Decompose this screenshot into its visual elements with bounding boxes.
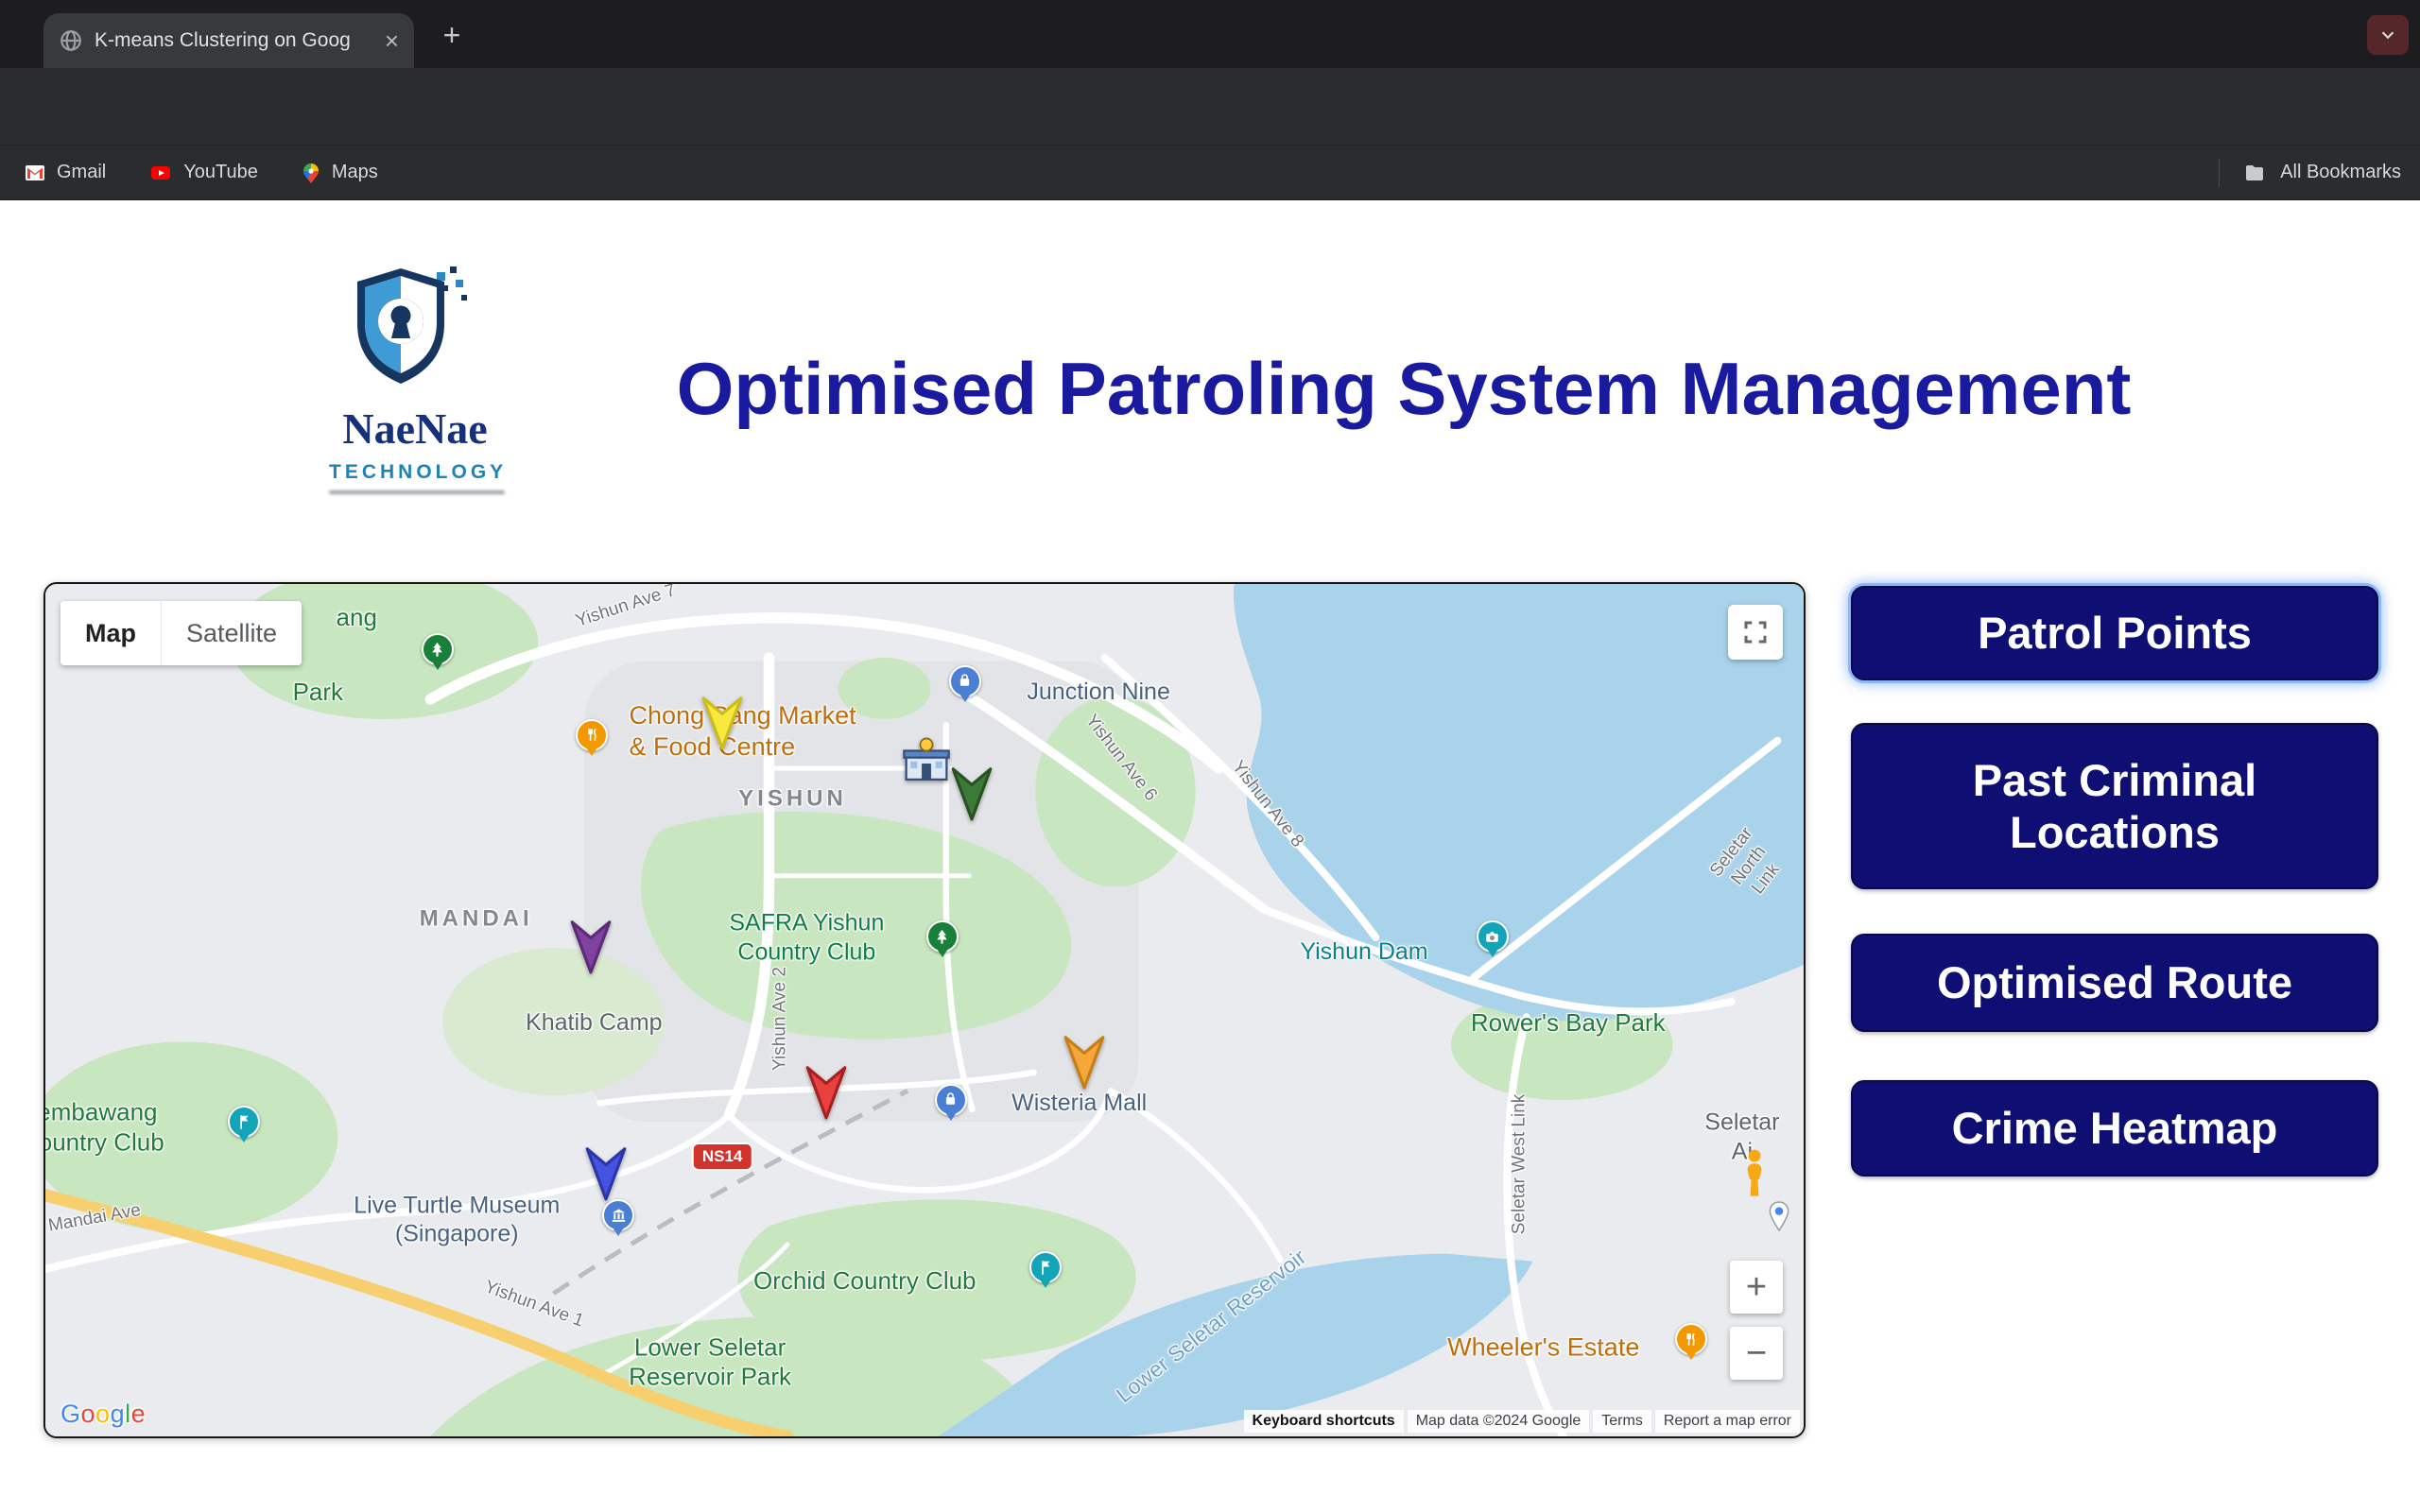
bookmark-label: YouTube — [183, 162, 258, 183]
map[interactable]: angParkYishun Ave 7Chong Pang Market & F… — [43, 582, 1806, 1438]
shield-logo-icon — [344, 263, 486, 395]
pin-shopping-junction-nine[interactable] — [949, 665, 981, 697]
all-bookmarks-label: All Bookmarks — [2280, 162, 2401, 183]
patrol-marker-blue[interactable] — [582, 1143, 630, 1204]
report-map-error-link[interactable]: Report a map error — [1655, 1410, 1800, 1433]
bookmarks-divider — [2219, 159, 2220, 187]
page-content: NaeNae TECHNOLOGY Optimised Patroling Sy… — [0, 200, 2420, 1512]
globe-favicon-icon — [59, 28, 83, 53]
browser-tab[interactable]: K-means Clustering on Goog × — [43, 13, 414, 68]
logo-underline — [329, 490, 505, 494]
pegman-icon[interactable] — [1736, 1148, 1773, 1203]
brand-name: NaeNae — [329, 404, 501, 454]
map-attribution: Keyboard shortcutsMap data ©2024 GoogleT… — [1244, 1410, 1800, 1433]
map-terrain — [45, 584, 1804, 1436]
site-logo: NaeNae TECHNOLOGY — [329, 263, 501, 494]
google-logo: Google — [60, 1400, 146, 1429]
page-title: Optimised Patroling System Management — [605, 346, 2203, 432]
fullscreen-icon — [1741, 618, 1770, 646]
patrol-marker-orange[interactable] — [1061, 1032, 1108, 1092]
pin-restaurant-chong-pang[interactable] — [576, 719, 608, 751]
zoom-in-button[interactable]: + — [1730, 1261, 1783, 1314]
crime-heatmap-button[interactable]: Crime Heatmap — [1851, 1080, 2378, 1177]
bookmark-maps[interactable]: Maps — [300, 161, 378, 185]
tab-title: K-means Clustering on Goog — [95, 29, 369, 52]
bookmark-label: Gmail — [57, 162, 106, 183]
police-station-marker[interactable] — [898, 735, 955, 786]
pin-park-tree[interactable] — [422, 633, 454, 665]
pin-shopping-wisteria-mall[interactable] — [935, 1084, 967, 1116]
all-bookmarks[interactable]: All Bookmarks — [2219, 159, 2420, 187]
map-type-satellite-button[interactable]: Satellite — [161, 601, 302, 665]
pin-camera-yishun-dam[interactable] — [1477, 920, 1509, 953]
bookmark-gmail[interactable]: Gmail — [23, 162, 106, 184]
patrol-marker-purple[interactable] — [567, 917, 614, 977]
zoom-control: + − — [1730, 1261, 1783, 1380]
pin-restaurant-wheelers-estate[interactable] — [1675, 1323, 1707, 1355]
optimised-route-button[interactable]: Optimised Route — [1851, 934, 2378, 1032]
tab-strip: K-means Clustering on Goog × + — [0, 0, 2420, 68]
map-data-text: Map data ©2024 Google — [1408, 1410, 1590, 1433]
patrol-marker-red[interactable] — [803, 1062, 850, 1123]
past-criminal-locations-button[interactable]: Past Criminal Locations — [1851, 723, 2378, 889]
actions-column: Patrol Points Past Criminal Locations Opti… — [1851, 582, 2378, 1177]
map-type-control: Map Satellite — [60, 601, 302, 665]
patrol-marker-green[interactable] — [948, 763, 995, 823]
zoom-out-button[interactable]: − — [1730, 1327, 1783, 1380]
maps-pin-icon — [300, 161, 322, 185]
map-type-map-button[interactable]: Map — [60, 601, 161, 665]
patrol-marker-yellow[interactable] — [699, 693, 746, 753]
bookmark-label: Maps — [332, 162, 378, 183]
streetview-pin-icon — [1767, 1201, 1791, 1231]
bookmarks-bar: Gmail YouTube Maps All Bookmarks — [0, 145, 2420, 200]
gmail-icon — [23, 162, 47, 184]
browser-toolbar: File file:///Users/owennigel/Desktop/Sma… — [0, 68, 2420, 145]
chevron-down-icon — [2377, 25, 2398, 45]
new-tab-button[interactable]: + — [433, 17, 471, 55]
transit-badge-ns14: NS14 — [694, 1144, 752, 1169]
fullscreen-button[interactable] — [1728, 605, 1783, 660]
brand-tagline: TECHNOLOGY — [329, 461, 501, 484]
tab-close-icon[interactable]: × — [385, 26, 399, 56]
pin-club-safra-yishun[interactable] — [926, 920, 959, 953]
folder-icon — [2242, 162, 2267, 184]
keyboard-shortcuts-button[interactable]: Keyboard shortcuts — [1244, 1410, 1404, 1433]
patrol-points-button[interactable]: Patrol Points — [1851, 586, 2378, 680]
tab-search-button[interactable] — [2367, 15, 2409, 55]
bookmark-youtube[interactable]: YouTube — [147, 162, 258, 184]
terms-link[interactable]: Terms — [1593, 1410, 1651, 1433]
youtube-icon — [147, 162, 174, 184]
